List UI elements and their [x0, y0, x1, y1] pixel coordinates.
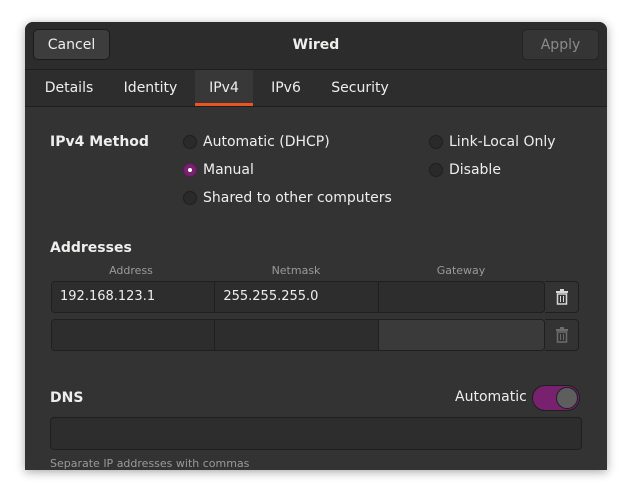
delete-address-button[interactable]	[545, 319, 579, 351]
tab-ipv6[interactable]: IPv6	[261, 70, 311, 106]
radio-indicator	[429, 163, 443, 177]
column-header-address: Address	[109, 264, 153, 277]
column-header-netmask: Netmask	[271, 264, 321, 277]
radio-automatic-dhcp[interactable]: Automatic (DHCP)	[183, 133, 330, 151]
gateway-input[interactable]	[378, 320, 544, 350]
address-input[interactable]: 192.168.123.1	[52, 282, 216, 312]
radio-label: Disable	[449, 162, 501, 178]
radio-indicator	[429, 135, 443, 149]
radio-indicator	[183, 135, 197, 149]
gateway-input[interactable]	[378, 282, 544, 312]
apply-button[interactable]: Apply	[522, 29, 599, 60]
tab-identity[interactable]: Identity	[114, 70, 187, 106]
dialog-title: Wired	[292, 37, 340, 53]
network-settings-dialog: Cancel Wired Apply Details Identity IPv4…	[25, 22, 607, 470]
dns-hint: Separate IP addresses with commas	[50, 457, 250, 470]
dns-automatic-label: Automatic	[455, 389, 527, 405]
dns-automatic-switch[interactable]	[532, 385, 580, 411]
radio-link-local-only[interactable]: Link-Local Only	[429, 133, 556, 151]
radio-disable[interactable]: Disable	[429, 161, 501, 179]
address-input[interactable]	[52, 320, 216, 350]
trash-icon	[555, 289, 568, 305]
radio-label: Link-Local Only	[449, 134, 556, 150]
radio-label: Shared to other computers	[203, 190, 392, 206]
address-row: 192.168.123.1 255.255.255.0	[51, 281, 545, 313]
address-row	[51, 319, 545, 351]
radio-shared[interactable]: Shared to other computers	[183, 189, 392, 207]
delete-address-button[interactable]	[545, 281, 579, 313]
tab-security[interactable]: Security	[322, 70, 398, 106]
radio-indicator-checked	[183, 163, 197, 177]
radio-label: Manual	[203, 162, 254, 178]
netmask-input[interactable]	[215, 320, 379, 350]
ipv4-method-label: IPv4 Method	[50, 134, 149, 150]
tab-bar: Details Identity IPv4 IPv6 Security	[25, 70, 607, 107]
radio-indicator	[183, 191, 197, 205]
switch-knob	[556, 387, 578, 409]
dns-label: DNS	[50, 390, 84, 406]
radio-label: Automatic (DHCP)	[203, 134, 330, 150]
dns-input[interactable]	[50, 417, 582, 450]
tab-details[interactable]: Details	[31, 70, 107, 106]
column-header-gateway: Gateway	[436, 264, 486, 277]
addresses-label: Addresses	[50, 240, 132, 256]
netmask-input[interactable]: 255.255.255.0	[215, 282, 379, 312]
trash-icon	[555, 327, 568, 343]
header-bar: Cancel Wired Apply	[25, 22, 607, 70]
tab-ipv4[interactable]: IPv4	[195, 70, 253, 106]
radio-manual[interactable]: Manual	[183, 161, 254, 179]
